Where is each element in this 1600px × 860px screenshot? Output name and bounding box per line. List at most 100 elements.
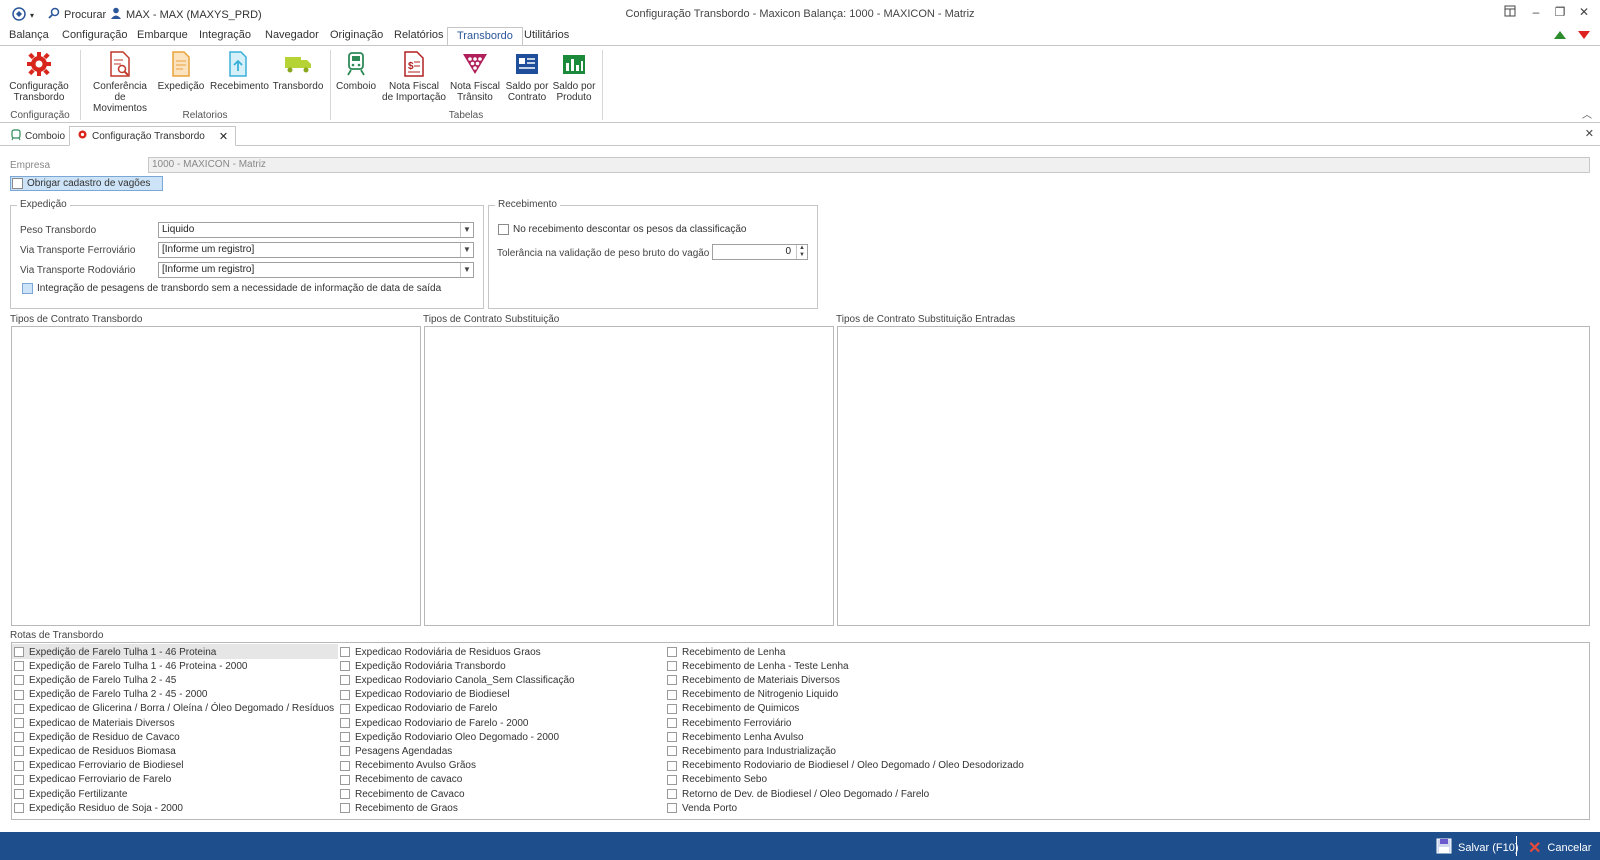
route-item[interactable]: Expedicao Rodoviario Canola_Sem Classifi… [340,673,575,687]
expedicao-button[interactable]: Expedição [156,50,206,92]
checkbox-box [14,760,24,771]
route-item[interactable]: Expedicao Ferroviario de Farelo [14,773,171,787]
route-item[interactable]: Expedição de Farelo Tulha 2 - 45 - 2000 [14,688,207,702]
route-label: Expedicao Ferroviario de Farelo [29,774,172,786]
train-icon [11,128,21,144]
tab-relatorios[interactable]: Relatórios [390,29,448,41]
checkbox-box [340,746,350,757]
spin-stepper[interactable]: ▲ ▼ [796,245,807,259]
route-item[interactable]: Recebimento de Quimicos [667,702,799,716]
transbordo-button[interactable]: Transbordo [272,50,324,92]
route-item[interactable]: Recebimento de Cavaco [340,787,465,801]
tolerancia-input[interactable]: 0 ▲ ▼ [712,244,808,260]
tipos-transbordo-list[interactable] [11,326,421,626]
route-label: Recebimento Avulso Grãos [355,760,476,772]
tipos-subst-entradas-label: Tipos de Contrato Substituição Entradas [836,314,1016,325]
peso-transbordo-select[interactable]: Liquido ▼ [158,222,474,238]
close-tab-icon[interactable]: ✕ [219,130,228,143]
arrow-up-icon[interactable] [1554,31,1566,39]
route-item[interactable]: Retorno de Dev. de Biodiesel / Oleo Dego… [667,787,929,801]
checkbox-box [14,803,24,814]
route-item[interactable]: Expedicao de Residuos Biomasa [14,744,176,758]
via-ferroviario-select[interactable]: [Informe um registro] ▼ [158,242,474,258]
checkbox-box [14,675,24,686]
doc-tab-config-transbordo[interactable]: Configuração Transbordo ✕ [69,126,237,146]
tipos-substituicao-list[interactable] [424,326,834,626]
document-search-icon [106,50,134,78]
route-item[interactable]: Recebimento de Lenha - Teste Lenha [667,659,849,673]
route-item[interactable]: Expedicao Rodoviária de Residuos Graos [340,645,541,659]
route-label: Expedicao Rodoviario de Biodiesel [355,689,510,701]
minimize-icon[interactable]: – [1526,5,1546,21]
comboio-button[interactable]: Comboio [336,50,376,92]
route-item[interactable]: Recebimento Lenha Avulso [667,730,804,744]
conferencia-button[interactable]: Conferência de Movimentos [88,50,152,114]
route-item[interactable]: Recebimento de Graos [340,801,458,815]
route-label: Recebimento Rodoviario de Biodiesel / Ol… [682,760,1024,772]
tab-configuracao[interactable]: Configuração [58,29,131,41]
tab-navegador[interactable]: Navegador [261,29,323,41]
descontar-pesos-checkbox[interactable]: No recebimento descontar os pesos da cla… [498,224,746,235]
chevron-down-icon[interactable]: ▼ [460,223,473,237]
route-item[interactable]: Expedicao Rodoviario de Farelo - 2000 [340,716,528,730]
route-item[interactable]: Expedicao Rodoviario de Farelo [340,702,497,716]
saldo-produto-button[interactable]: Saldo por Produto [552,50,596,103]
obrigar-vagoes-checkbox[interactable]: Obrigar cadastro de vagões [10,176,164,191]
route-item[interactable]: Expedição de Farelo Tulha 1 - 46 Protein… [14,659,247,673]
nf-transito-button[interactable]: Nota Fiscal Trânsito [450,50,500,103]
recebimento-button[interactable]: Recebimento [210,50,269,92]
doc-tab-comboio[interactable]: Comboio [4,126,72,146]
route-item[interactable]: Expedicao Ferroviario de Biodiesel [14,759,184,773]
route-item[interactable]: Expedição Rodoviario Oleo Degomado - 200… [340,730,559,744]
restore-icon[interactable]: ❐ [1550,5,1570,21]
tab-transbordo[interactable]: Transbordo [447,27,523,46]
nf-importacao-button[interactable]: $ Nota Fiscal de Importação [382,50,446,103]
chevron-down-icon[interactable]: ▼ [460,243,473,257]
route-item[interactable]: Recebimento para Industrialização [667,744,836,758]
close-all-icon[interactable]: ✕ [1585,127,1594,140]
peso-transbordo-value: Liquido [162,224,195,235]
tab-balanca[interactable]: Balança [5,29,53,41]
chevron-down-icon[interactable]: ▼ [460,263,473,277]
via-rodoviario-select[interactable]: [Informe um registro] ▼ [158,262,474,278]
route-item[interactable]: Recebimento de Materiais Diversos [667,673,840,687]
route-item[interactable]: Recebimento Rodoviario de Biodiesel / Ol… [667,759,1024,773]
route-item[interactable]: Expedição de Farelo Tulha 2 - 45 [14,673,176,687]
route-item[interactable]: Expedicao Rodoviario de Biodiesel [340,688,510,702]
checkbox-box [667,789,677,799]
tab-integracao[interactable]: Integração [195,29,255,41]
route-item[interactable]: Recebimento de cavaco [340,773,462,787]
integracao-checkbox[interactable]: Integração de pesagens de transbordo sem… [22,283,441,294]
route-item[interactable]: Expedicao de Glicerina / Borra / Oleína … [14,702,334,716]
collapse-ribbon-icon[interactable]: ︿ [1582,106,1592,121]
route-label: Expedição de Farelo Tulha 1 - 46 Protein… [29,646,217,658]
route-item[interactable]: Recebimento de Lenha [667,645,785,659]
route-item[interactable]: Recebimento de Nitrogenio Liquido [667,688,838,702]
tipos-subst-entradas-list[interactable] [837,326,1590,626]
route-item[interactable]: Recebimento Ferroviário [667,716,792,730]
tab-originacao[interactable]: Originação [326,29,387,41]
close-window-icon[interactable]: ✕ [1574,5,1594,21]
comboio-label: Comboio [336,81,377,92]
route-item[interactable]: Expedição Rodoviária Transbordo [340,659,506,673]
layout-icon[interactable] [1500,5,1520,21]
save-button[interactable]: Salvar (F10) [1436,838,1519,857]
recebimento-title: Recebimento [495,199,560,210]
route-item[interactable]: Expedição Residuo de Soja - 2000 [14,801,183,815]
arrow-down-icon[interactable] [1578,31,1590,39]
route-item[interactable]: Venda Porto [667,801,737,815]
via-ferroviario-label: Via Transporte Ferroviário [20,245,136,256]
tab-embarque[interactable]: Embarque [133,29,192,41]
route-item[interactable]: Expedição de Residuo de Cavaco [14,730,180,744]
route-item[interactable]: Recebimento Avulso Grãos [340,759,476,773]
checkbox-box [340,732,350,743]
route-item[interactable]: Expedicao de Materiais Diversos [14,716,175,730]
route-item[interactable]: Expedição de Farelo Tulha 1 - 46 Protein… [14,645,216,659]
route-item[interactable]: Expedição Fertilizante [14,787,127,801]
saldo-contrato-button[interactable]: Saldo por Contrato [504,50,550,103]
route-item[interactable]: Pesagens Agendadas [340,744,452,758]
tab-utilitarios[interactable]: Utilitários [520,29,573,41]
route-item[interactable]: Recebimento Sebo [667,773,767,787]
config-transbordo-button[interactable]: Configuração Transbordo [8,50,70,103]
cancel-button[interactable]: ✕ Cancelar [1528,838,1591,858]
